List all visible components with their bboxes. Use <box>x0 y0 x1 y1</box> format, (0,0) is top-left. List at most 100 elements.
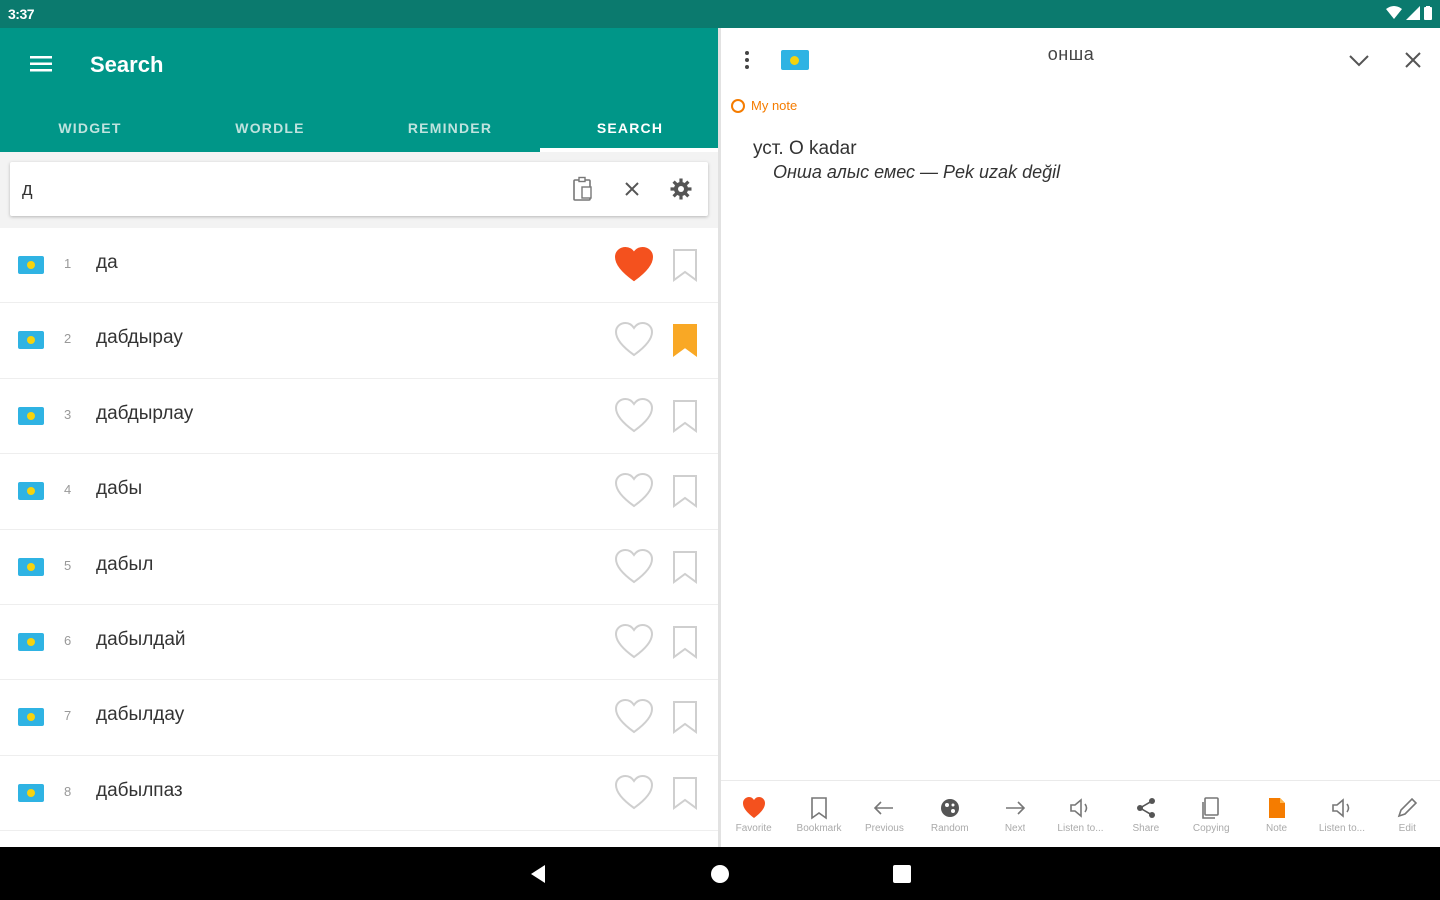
pencil-icon <box>1394 795 1420 821</box>
menu-icon[interactable] <box>26 50 56 78</box>
favorite-heart-icon[interactable] <box>614 548 654 586</box>
toolbar-listen-to-button[interactable]: Listen to... <box>1048 781 1113 847</box>
toolbar-label: Edit <box>1398 823 1416 834</box>
toolbar-note-button[interactable]: Note <box>1244 781 1309 847</box>
toolbar-copying-button[interactable]: Copying <box>1179 781 1244 847</box>
item-index: 8 <box>64 783 72 799</box>
toolbar-random-button[interactable]: Random <box>917 781 982 847</box>
bookmark-icon[interactable] <box>670 776 700 810</box>
toolbar-label: Note <box>1265 823 1288 834</box>
bookmark-icon[interactable] <box>670 399 700 433</box>
tab-widget[interactable]: WIDGET <box>0 106 180 152</box>
close-icon[interactable] <box>1399 46 1427 74</box>
arrow-right-icon <box>1002 795 1028 821</box>
status-bar: 3:37 <box>0 0 1440 28</box>
kazakhstan-flag-icon <box>18 256 44 274</box>
definition-text: уст. O kadar <box>753 138 857 159</box>
tab-search[interactable]: SEARCH <box>540 106 720 152</box>
toolbar-bookmark-button[interactable]: Bookmark <box>786 781 851 847</box>
list-item[interactable]: 4 дабы <box>0 454 720 530</box>
random-icon <box>937 795 963 821</box>
favorite-heart-icon[interactable] <box>614 623 654 661</box>
favorite-heart-icon[interactable] <box>614 397 654 435</box>
favorite-heart-icon[interactable] <box>614 774 654 812</box>
kazakhstan-flag-icon <box>18 331 44 350</box>
tab-wordle[interactable]: WORDLE <box>180 106 360 152</box>
item-word: дабдырлау <box>96 402 194 424</box>
bookmark-icon[interactable] <box>670 323 700 358</box>
toolbar-label: Copying <box>1192 823 1230 834</box>
note-icon <box>1264 795 1290 821</box>
list-item[interactable]: 8 дабылпаз <box>0 756 720 832</box>
item-word: дабыл <box>96 553 154 575</box>
toolbar-label: Listen to... <box>1057 823 1104 834</box>
recents-icon[interactable] <box>889 861 915 887</box>
bookmark-icon[interactable] <box>670 625 700 659</box>
status-time: 3:37 <box>8 6 35 22</box>
kazakhstan-flag-icon <box>18 406 44 425</box>
toolbar-previous-button[interactable]: Previous <box>852 781 917 847</box>
home-icon[interactable] <box>707 861 733 887</box>
favorite-heart-icon[interactable] <box>614 472 654 510</box>
kazakhstan-flag-icon <box>18 557 44 576</box>
toolbar-next-button[interactable]: Next <box>982 781 1047 847</box>
search-input[interactable] <box>22 174 542 204</box>
item-index: 1 <box>64 256 72 271</box>
search-box <box>10 162 708 216</box>
item-index: 3 <box>64 406 72 422</box>
toolbar-label: Share <box>1132 823 1160 834</box>
bookmark-icon[interactable] <box>670 248 700 282</box>
detail-word: онша <box>1047 44 1095 64</box>
toolbar-favorite-button[interactable]: Favorite <box>721 781 786 847</box>
item-index: 7 <box>64 708 72 724</box>
bookmark-icon[interactable] <box>670 700 700 735</box>
toolbar-label: Previous <box>864 823 904 834</box>
list-item[interactable]: 6 дабылдай <box>0 605 720 681</box>
kazakhstan-flag-icon <box>18 632 44 651</box>
tab-reminder[interactable]: REMINDER <box>360 106 540 152</box>
heart-icon <box>741 795 767 821</box>
bookmark-icon <box>806 795 832 821</box>
speaker-icon <box>1067 795 1093 821</box>
kazakhstan-flag-icon <box>781 50 809 70</box>
search-panel: Search WIDGET WORDLE REMINDER SEARCH 1 да… <box>0 28 720 847</box>
example-text: Онша алыс емес — Pek uzak değil <box>773 162 1061 182</box>
toolbar-label: Next <box>1004 823 1026 834</box>
settings-icon[interactable] <box>666 174 696 204</box>
clear-icon[interactable] <box>617 174 647 204</box>
back-icon[interactable] <box>525 861 551 887</box>
item-word: дабылдай <box>96 628 186 650</box>
item-index: 2 <box>64 331 72 347</box>
tab-bar: WIDGET WORDLE REMINDER SEARCH <box>0 106 720 152</box>
signal-icon <box>1406 6 1420 20</box>
list-item[interactable]: 3 дабдырлау <box>0 379 720 455</box>
list-item[interactable]: 2 дабдырау <box>0 303 720 379</box>
kazakhstan-flag-icon <box>18 482 44 501</box>
favorite-heart-icon[interactable] <box>614 321 654 359</box>
item-word: дабылдау <box>96 704 185 726</box>
favorite-heart-icon[interactable] <box>614 246 654 284</box>
copy-icon <box>1198 795 1224 821</box>
favorite-heart-icon[interactable] <box>614 698 654 736</box>
more-icon[interactable] <box>737 48 757 72</box>
toolbar-listen-to-button[interactable]: Listen to... <box>1309 781 1374 847</box>
toolbar-edit-button[interactable]: Edit <box>1375 781 1440 847</box>
chevron-down-icon[interactable] <box>1345 48 1373 72</box>
my-note-link[interactable]: My note <box>731 98 797 113</box>
list-item[interactable]: 1 да <box>0 228 720 304</box>
arrow-left-icon <box>871 795 897 821</box>
paste-icon[interactable] <box>568 174 598 204</box>
item-index: 4 <box>64 482 72 498</box>
bookmark-icon[interactable] <box>670 474 700 509</box>
toolbar-label: Favorite <box>735 823 772 834</box>
toolbar-label: Random <box>930 823 969 834</box>
toolbar-share-button[interactable]: Share <box>1113 781 1178 847</box>
note-circle-icon <box>731 98 745 113</box>
speaker-icon <box>1329 795 1355 821</box>
toolbar-label: Bookmark <box>796 823 842 834</box>
list-item[interactable]: 5 дабыл <box>0 530 720 605</box>
note-label: My note <box>751 98 798 113</box>
share-icon <box>1133 795 1159 821</box>
list-item[interactable]: 7 дабылдау <box>0 680 720 756</box>
bookmark-icon[interactable] <box>670 550 700 584</box>
